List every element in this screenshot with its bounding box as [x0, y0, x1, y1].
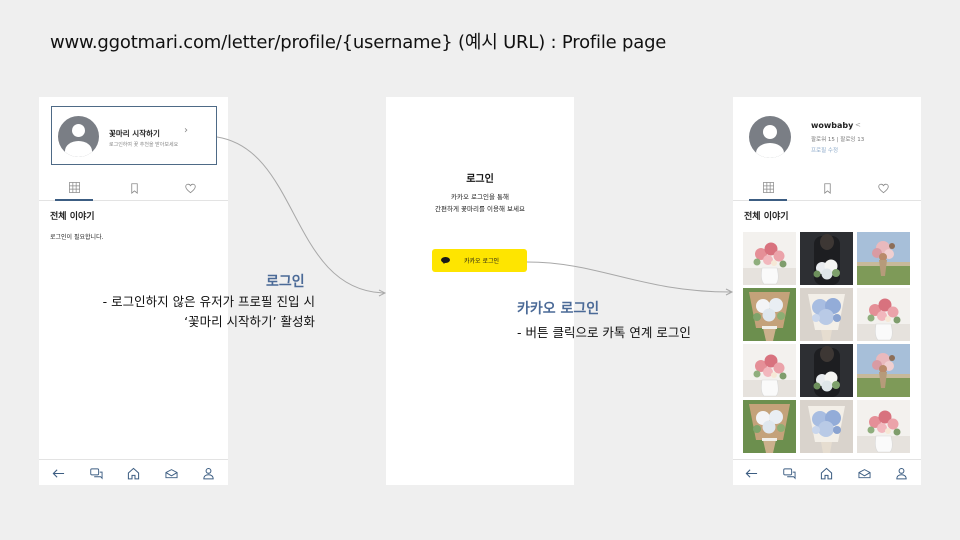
annotation-login-title: 로그인	[266, 274, 305, 290]
arrow-login-to-profile	[526, 261, 732, 293]
flow-arrows	[216, 136, 734, 297]
annotation-login-line2: ‘꽃마리 시작하기’ 활성화	[184, 314, 315, 329]
annotation-login-line1: - 로그인하지 않은 유저가 프로필 진입 시	[102, 294, 315, 309]
arrow-guest-to-login	[216, 136, 385, 294]
annotation-kakao-line1: - 버튼 클릭으로 카톡 연계 로그인	[517, 325, 691, 340]
annotation-kakao-title: 카카오 로그인	[517, 301, 600, 317]
